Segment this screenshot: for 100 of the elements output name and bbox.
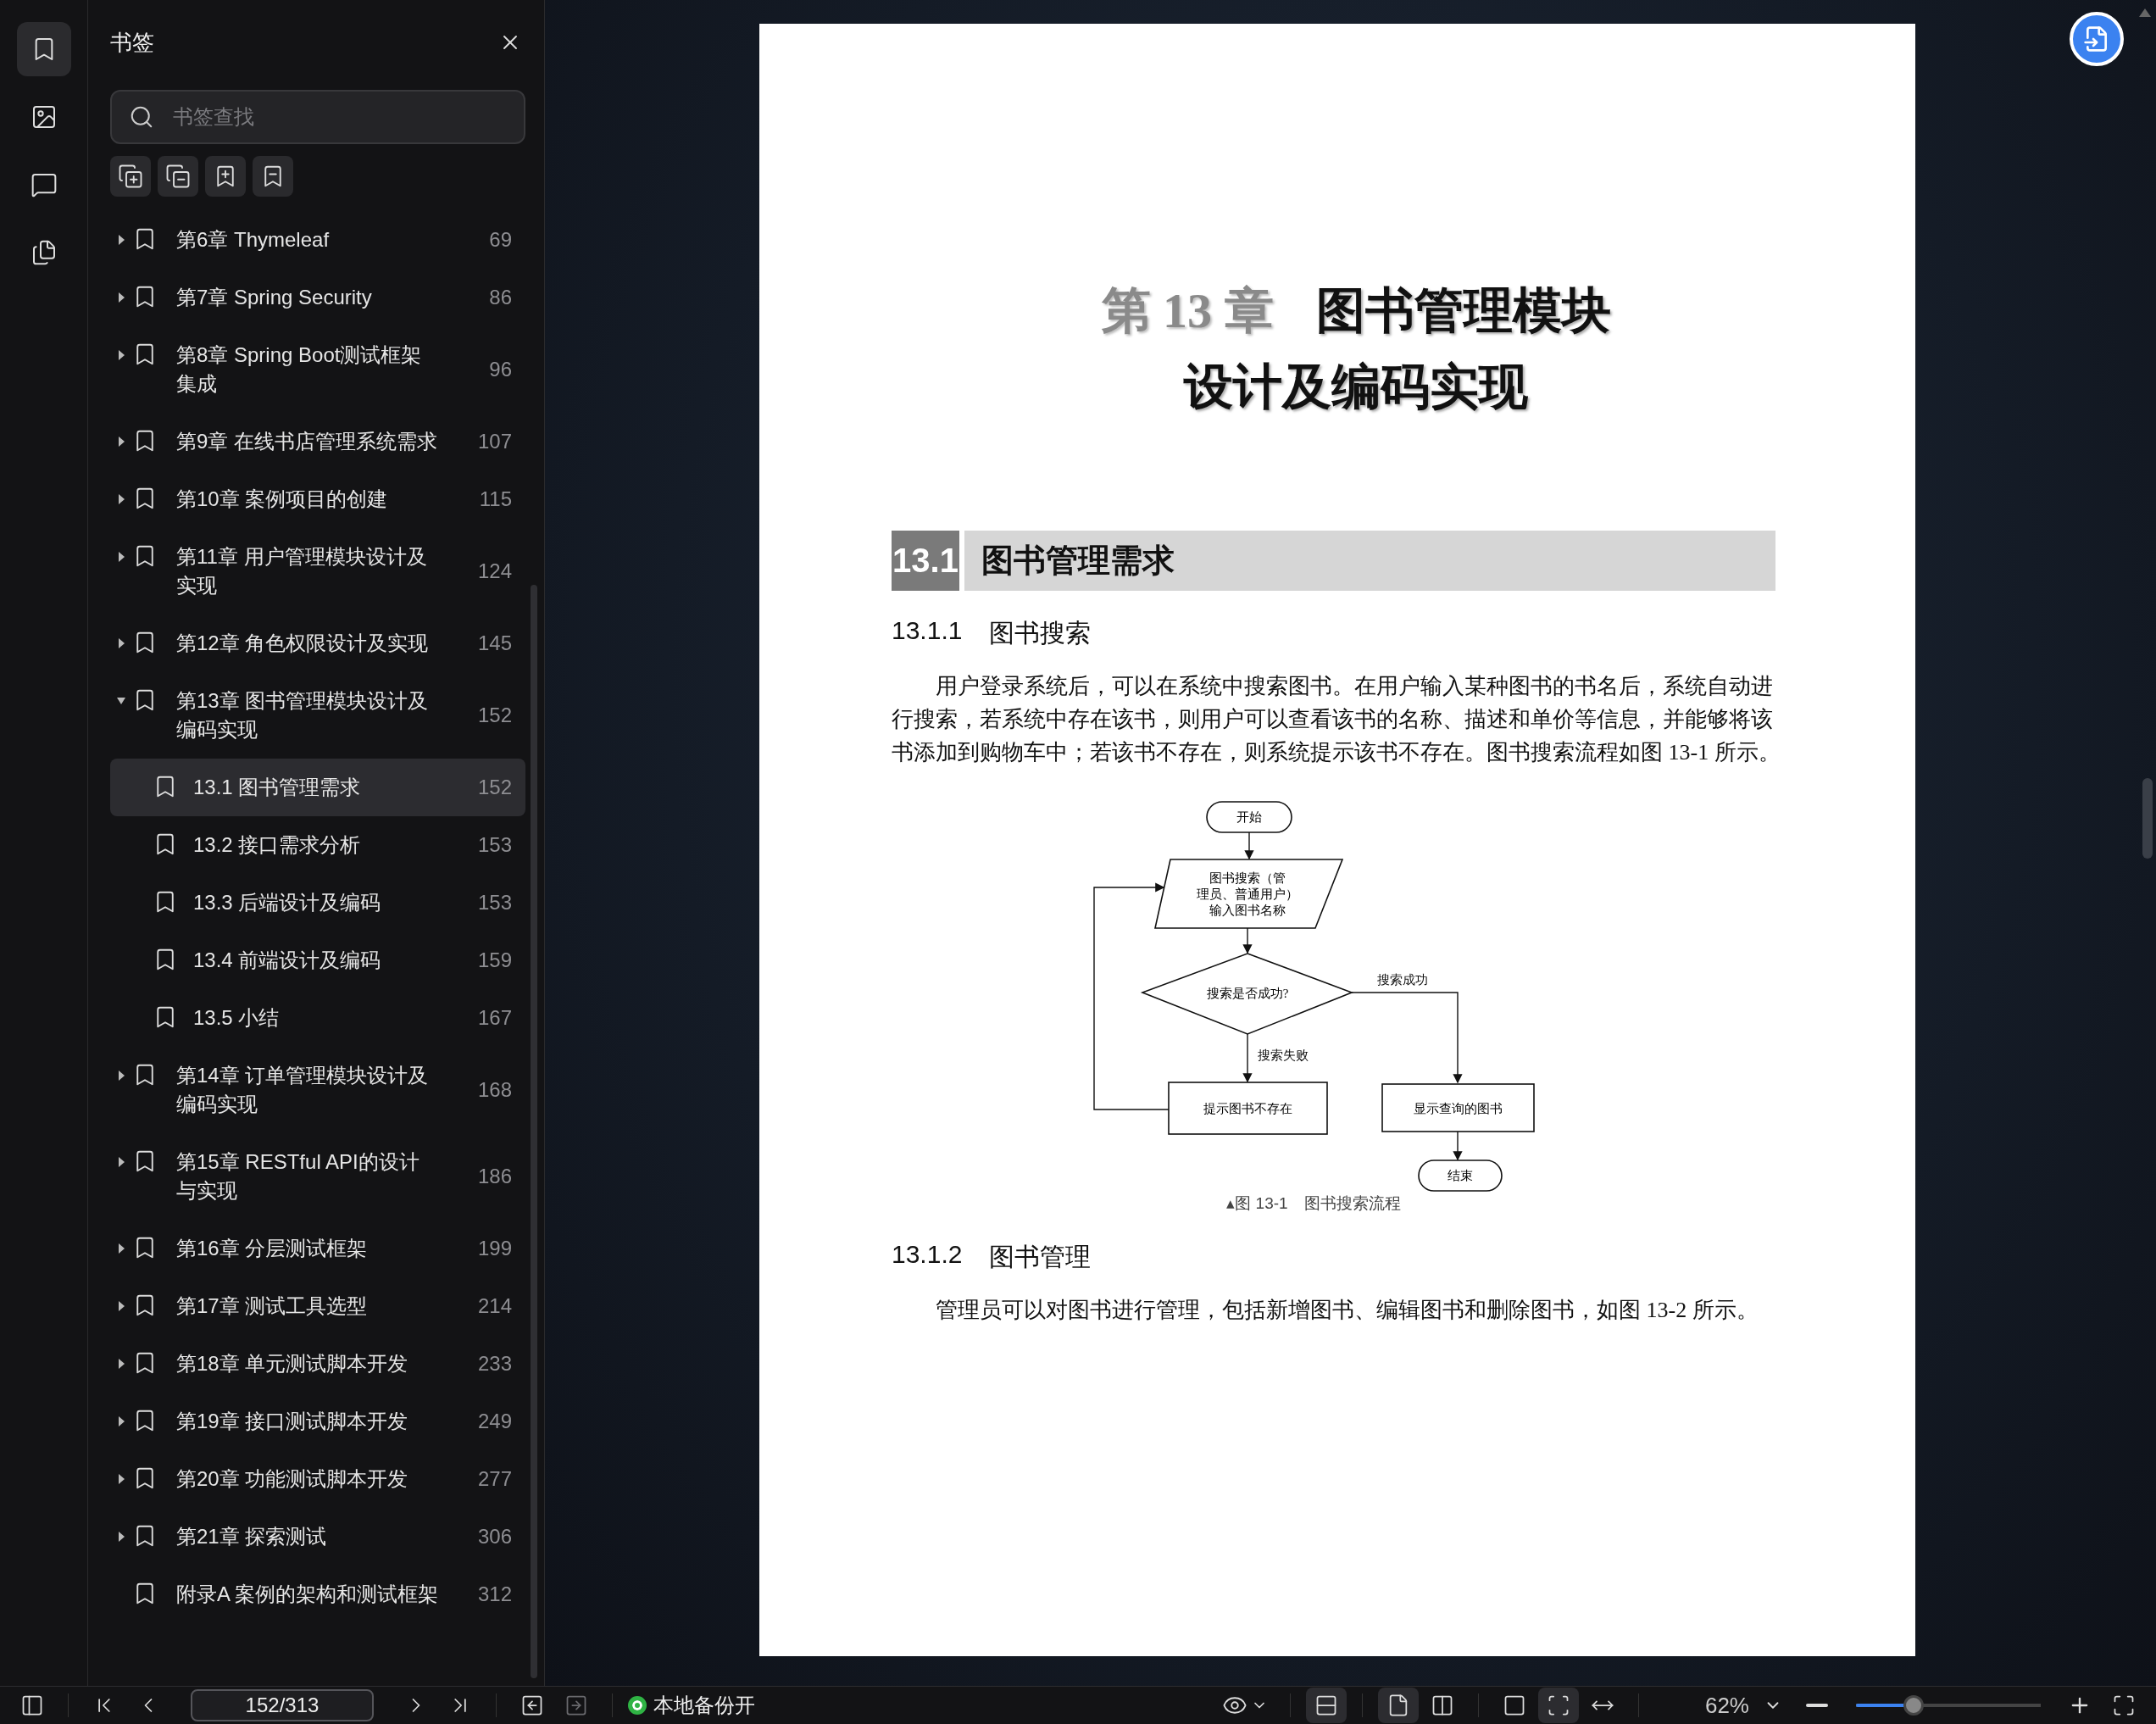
bookmark-item[interactable]: 附录A 案例的架构和测试框架 312	[110, 1566, 525, 1623]
page-number: 107	[477, 429, 513, 454]
caret-icon[interactable]	[117, 235, 125, 245]
caret-icon[interactable]	[117, 1359, 125, 1369]
backup-status: 本地备份开	[653, 1693, 755, 1718]
scrollbar[interactable]	[2142, 778, 2153, 859]
page-number: 168	[477, 1077, 513, 1103]
bookmark-item[interactable]: 第15章 RESTful API的设计与实现 186	[110, 1133, 525, 1220]
page-number: 69	[489, 227, 513, 253]
copy-minus-icon	[165, 164, 191, 189]
scrollbar[interactable]	[531, 585, 537, 1678]
page-number: 86	[489, 285, 513, 310]
collapse-all-button[interactable]	[158, 156, 198, 197]
figure-caption: ▴图 13-1 图书搜索流程	[1226, 1193, 1401, 1214]
bookmark-item[interactable]: 第12章 角色权限设计及实现 145	[110, 615, 525, 672]
page-number: 96	[489, 357, 513, 382]
bookmark-item[interactable]: 第9章 在线书店管理系统需求 107	[110, 413, 525, 470]
bookmark-title: 第14章 订单管理模块设计及编码实现	[175, 1063, 430, 1117]
bookmark-title: 第7章 Spring Security	[175, 285, 373, 310]
page-number: 199	[477, 1236, 513, 1261]
decision-node: 搜索是否成功?	[1140, 953, 1354, 1035]
add-bookmark-button[interactable]	[205, 156, 246, 197]
copy-plus-icon	[118, 164, 143, 189]
bookmark-item[interactable]: 第14章 订单管理模块设计及编码实现 168	[110, 1047, 525, 1133]
bookmark-title: 第10章 案例项目的创建	[175, 487, 389, 512]
scroll-up-icon[interactable]	[2139, 8, 2151, 17]
caret-icon[interactable]	[117, 437, 125, 447]
bookmark-item[interactable]: 第6章 Thymeleaf 69	[110, 211, 525, 269]
fit-page-button[interactable]	[1537, 1688, 1579, 1723]
bookmark-item[interactable]: 第17章 测试工具选型 214	[110, 1277, 525, 1335]
search-icon	[129, 104, 154, 130]
caret-icon[interactable]	[117, 1474, 125, 1484]
bookmark-item[interactable]: 13.5 小结 167	[110, 989, 525, 1047]
bookmark-item[interactable]: 第10章 案例项目的创建 115	[110, 470, 525, 528]
page-number: 115	[479, 487, 513, 512]
paragraph: 用户登录系统后，可以在系统中搜索图书。在用户输入某种图书的书名后，系统自动进行搜索，若系统中存在该书，则用户可以查看该书的名称、描述和单价等信息，并能够将该书添加到购物车中；若该书不存在，则系统提示该书不存在。图书搜索流程如图 13-1 所示。	[892, 673, 1781, 766]
caret-icon[interactable]	[117, 1157, 125, 1167]
caret-icon[interactable]	[117, 696, 125, 706]
bookmark-item[interactable]: 第8章 Spring Boot测试框架集成 96	[110, 326, 525, 413]
page-number: 145	[477, 631, 513, 656]
bookmark-item[interactable]: 第13章 图书管理模块设计及编码实现 152	[110, 672, 525, 759]
bookmark-title: 第8章 Spring Boot测试框架集成	[175, 342, 423, 397]
bookmark-item[interactable]: 第11章 用户管理模块设计及实现 124	[110, 528, 525, 615]
bookmark-title: 第19章 接口测试脚本开发	[175, 1409, 409, 1434]
caret-icon[interactable]	[117, 552, 125, 562]
caret-icon[interactable]	[117, 1416, 125, 1426]
slider-thumb[interactable]	[1903, 1695, 1924, 1716]
page-number: 249	[477, 1409, 513, 1434]
page-number: 233	[477, 1351, 513, 1376]
page-number: 306	[477, 1524, 513, 1549]
bookmark-item[interactable]: 第20章 功能测试脚本开发 277	[110, 1450, 525, 1508]
remove-bookmark-button[interactable]	[253, 156, 293, 197]
bookmark-item[interactable]: 第21章 探索测试 306	[110, 1508, 525, 1566]
bookmark-item[interactable]: 13.2 接口需求分析 153	[110, 816, 525, 874]
bookmark-title: 第12章 角色权限设计及实现	[175, 631, 430, 656]
single-page-button[interactable]	[1377, 1688, 1419, 1723]
minus-icon	[1806, 1704, 1828, 1707]
convert-button[interactable]	[2070, 12, 2124, 66]
bookmark-item[interactable]: 第18章 单元测试脚本开发 233	[110, 1335, 525, 1393]
caret-icon[interactable]	[117, 1071, 125, 1081]
bookmark-title: 13.1 图书管理需求	[192, 775, 362, 800]
section-title: 图书管理需求	[981, 542, 1175, 580]
page-number-field[interactable]: 152/313	[191, 1689, 374, 1721]
page-number: 167	[477, 1005, 513, 1031]
bookmark-item[interactable]: 13.3 后端设计及编码 153	[110, 874, 525, 932]
edge-label: 搜索成功	[1377, 973, 1428, 987]
page-number: 152	[477, 703, 513, 728]
caret-icon[interactable]	[117, 292, 125, 303]
bookmark-item[interactable]: 第19章 接口测试脚本开发 249	[110, 1393, 525, 1450]
caret-icon[interactable]	[117, 1532, 125, 1542]
caret-icon[interactable]	[117, 1243, 125, 1254]
caret-icon[interactable]	[117, 638, 125, 648]
bookmark-item[interactable]: 13.4 前端设计及编码 159	[110, 932, 525, 989]
caret-icon[interactable]	[117, 494, 125, 504]
process-node: 提示图书不存在	[1168, 1082, 1328, 1135]
bookmark-title: 第17章 测试工具选型	[175, 1293, 369, 1319]
expand-all-button[interactable]	[110, 156, 151, 197]
bookmark-title: 13.4 前端设计及编码	[192, 948, 382, 973]
continuous-scroll-button[interactable]	[1305, 1688, 1347, 1723]
subsection-title: 图书管理	[989, 1242, 1092, 1272]
page-number: 186	[477, 1164, 513, 1189]
chapter-number: 第 13 章	[1101, 282, 1274, 340]
bookmark-title: 附录A 案例的架构和测试框架	[175, 1582, 440, 1607]
bookmark-item[interactable]: 13.1 图书管理需求 152	[110, 759, 525, 816]
bookmark-item[interactable]: 第16章 分层测试框架 199	[110, 1220, 525, 1277]
flow-arrow	[1244, 831, 1254, 860]
bookmark-title: 第13章 图书管理模块设计及编码实现	[175, 688, 430, 742]
caret-icon[interactable]	[117, 350, 125, 360]
sidebar-tab[interactable]	[16, 22, 71, 76]
end-node: 结束	[1418, 1160, 1503, 1192]
chapter-title: 图书管理模块	[1315, 282, 1611, 340]
arrow-left-icon	[520, 1693, 544, 1717]
bookmark-title: 第18章 单元测试脚本开发	[175, 1351, 409, 1376]
search-field[interactable]: 书签查找	[110, 90, 525, 144]
bookmark-title: 第9章 在线书店管理系统需求	[175, 429, 438, 454]
caret-icon[interactable]	[117, 1301, 125, 1311]
page-number: 159	[477, 948, 513, 973]
bookmark-item[interactable]: 第7章 Spring Security 86	[110, 269, 525, 326]
bookmark-title: 13.3 后端设计及编码	[192, 890, 382, 915]
panel-title: 书签	[110, 28, 154, 57]
